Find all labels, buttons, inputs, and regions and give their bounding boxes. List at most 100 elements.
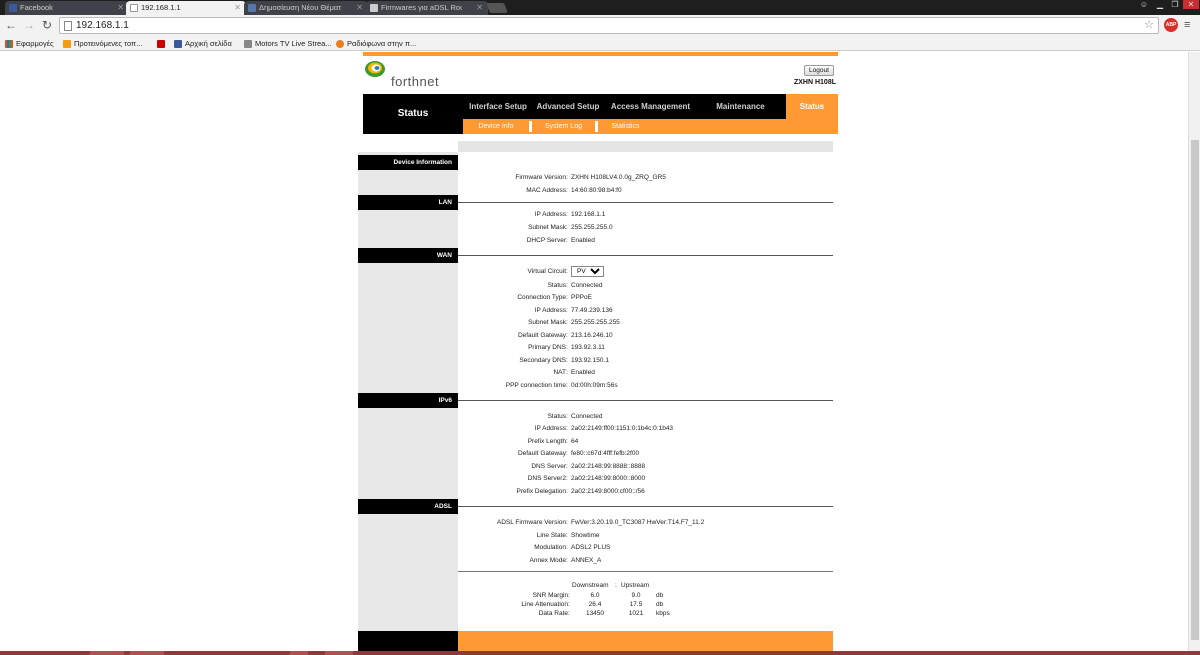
row-prefix-length: Prefix Length:64	[527, 438, 579, 445]
row-annex-mode: Annex Mode: ANNEX_A	[529, 557, 602, 564]
back-arrow-icon[interactable]: ←	[4, 18, 18, 32]
forum-favicon-icon	[248, 4, 256, 12]
bookmark-motors-tv[interactable]: Motors TV Live Strea...	[244, 39, 332, 49]
url-input[interactable]	[76, 19, 1126, 32]
scrollbar-thumb[interactable]	[1191, 140, 1199, 640]
new-tab-button[interactable]	[486, 3, 508, 13]
footer-right	[458, 631, 833, 651]
adblock-icon[interactable]: ABP	[1164, 18, 1178, 32]
page-scrollbar[interactable]	[1188, 52, 1200, 651]
reload-icon[interactable]: ↻	[40, 18, 54, 32]
divider	[458, 506, 833, 507]
row-secondary-dns: Secondary DNS:193.92.150.1	[519, 357, 609, 364]
bookmark-suggested[interactable]: Προτεινόμενες τοπ...	[63, 39, 142, 49]
apps-grid-icon	[5, 40, 13, 48]
stat-snr-margin: SNR Margin:6.0 9.0 db	[532, 592, 664, 599]
bookmark-radio[interactable]: Ραδιόφωνα στην π...	[336, 39, 416, 49]
restore-icon[interactable]: ❐	[1168, 0, 1182, 9]
section-adsl: ADSL	[358, 499, 458, 514]
taskbar-button[interactable]	[290, 651, 308, 655]
router-status-page: forthnet Logout ZXHN H108L Status Interf…	[358, 52, 838, 651]
menu-access-management[interactable]: Access Management	[603, 94, 698, 119]
bookmark-apps[interactable]: Εφαρμογές	[5, 39, 54, 49]
row-ppp-time: PPP connection time:0d:00h:09m:56s	[505, 382, 618, 389]
tab-forum-post[interactable]: Δημοσίευση Νέου Θέματ ✕	[244, 1, 368, 15]
row-wan-ip: IP Address:77.49.239.136	[534, 307, 613, 314]
stat-line-attenuation: Line Attenuation:26.4 17.5 db	[521, 601, 664, 608]
submenu-device-info[interactable]: Device Info	[463, 121, 529, 132]
menu-maintenance[interactable]: Maintenance	[698, 94, 783, 119]
row-nat: NAT: Enabled	[553, 369, 595, 376]
bookmarks-bar: Εφαρμογές Προτεινόμενες τοπ... Αρχική σε…	[0, 37, 1200, 51]
row-dns-server2: DNS Server2:2a02:2148:99:8000::8000	[527, 475, 646, 482]
section-device-information: Device Information	[358, 155, 458, 170]
close-tab-icon[interactable]: ✕	[234, 1, 241, 15]
forward-arrow-icon[interactable]: →	[22, 18, 36, 32]
divider	[458, 400, 833, 401]
row-lan-subnet: Subnet Mask:255.255.255.0	[528, 224, 613, 231]
taskbar-button[interactable]	[90, 651, 124, 655]
close-tab-icon[interactable]: ✕	[117, 1, 124, 15]
divider	[458, 202, 833, 203]
bookmark-star-icon[interactable]: ☆	[1144, 18, 1154, 31]
stat-data-rate: Data Rate:13450 1021 kbps	[538, 610, 670, 617]
bookmark-youtube[interactable]	[157, 39, 168, 49]
browser-toolbar: ← → ↻ ☆ ABP ≡	[0, 15, 1200, 37]
page-favicon-icon	[370, 4, 378, 12]
address-bar[interactable]: ☆	[59, 17, 1159, 34]
user-icon[interactable]: ☺	[1137, 0, 1151, 9]
tv-icon	[244, 40, 252, 48]
facebook-icon	[174, 40, 182, 48]
row-firmware-version: Firmware Version: ZXHN H108LV4.0.0g_ZRQ_G…	[515, 174, 666, 181]
row-dhcp-server: DHCP Server: Enabled	[526, 237, 595, 244]
row-primary-dns: Primary DNS:193.92.3.11	[528, 344, 605, 351]
tab-firmwares[interactable]: Firmwares για aDSL Route ✕	[366, 1, 488, 15]
submenu-system-log[interactable]: System Log	[529, 121, 595, 132]
chrome-menu-icon[interactable]: ≡	[1184, 19, 1190, 31]
logout-button[interactable]: Logout	[804, 65, 834, 76]
page-icon	[64, 21, 72, 31]
row-modulation: Modulation: ADSL2 PLUS	[534, 544, 611, 551]
section-lan: LAN	[358, 195, 458, 210]
tab-router[interactable]: 192.168.1.1 ✕	[126, 1, 246, 15]
page-favicon-icon	[130, 4, 138, 12]
menu-advanced-setup[interactable]: Advanced Setup	[533, 94, 603, 119]
row-wan-subnet: Subnet Mask:255.255.255.255	[528, 319, 620, 326]
top-orange-stripe	[363, 52, 838, 56]
footer-left	[358, 631, 458, 651]
brand-name: forthnet	[391, 74, 440, 89]
row-default-gateway: Default Gateway:213.16.246.10	[517, 332, 613, 339]
minimize-icon[interactable]: ▁	[1153, 0, 1167, 9]
divider	[458, 571, 833, 572]
forthnet-logo-icon	[365, 61, 385, 77]
taskbar-button[interactable]	[325, 651, 353, 655]
left-column	[358, 152, 458, 631]
row-dns-server: DNS Server:2a02:2148:99:8888::8888	[531, 463, 646, 470]
facebook-favicon-icon	[9, 4, 17, 12]
row-adsl-firmware: ADSL Firmware Version: FwVer:3.20.19.0_TC…	[496, 519, 705, 526]
submenu-statistics[interactable]: Statistics	[595, 121, 653, 132]
row-mac-address: MAC Address:14:60:80:98:b4:f0	[526, 187, 622, 194]
close-tab-icon[interactable]: ✕	[476, 1, 483, 15]
bookmark-facebook-home[interactable]: Αρχική σελίδα	[174, 39, 232, 49]
row-ipv6-gateway: Default Gateway: fe80::c67d:4fff:fefb:2f0…	[517, 450, 640, 457]
stats-header: Downstream : Upstream	[572, 582, 650, 589]
tab-facebook[interactable]: Facebook ✕	[5, 1, 129, 15]
section-title: Status	[363, 94, 463, 134]
os-taskbar	[0, 651, 1200, 655]
menu-status[interactable]: Status	[786, 94, 838, 119]
section-ipv6: IPv6	[358, 393, 458, 408]
close-window-icon[interactable]: ✕	[1183, 0, 1199, 9]
menu-interface-setup[interactable]: Interface Setup	[463, 94, 533, 119]
row-ipv6-ip: IP Address:2a02:2149:ff00:1151:0:1b4c:0:…	[534, 425, 674, 432]
virtual-circuit-select[interactable]: PVC0	[571, 266, 604, 277]
tab-strip: Facebook ✕ 192.168.1.1 ✕ Δημοσίευση Νέου…	[0, 0, 1200, 15]
sub-menu: Device Info System Log Statistics	[463, 119, 838, 134]
close-tab-icon[interactable]: ✕	[356, 1, 363, 15]
row-connection-type: Connection Type: PPPoE	[517, 294, 592, 301]
model-name: ZXHN H108L	[793, 79, 836, 86]
taskbar-button[interactable]	[130, 651, 164, 655]
radio-icon	[336, 40, 344, 48]
row-virtual-circuit: Virtual Circuit: PVC0	[458, 266, 838, 277]
row-ipv6-status: Status: Connected	[547, 413, 603, 420]
